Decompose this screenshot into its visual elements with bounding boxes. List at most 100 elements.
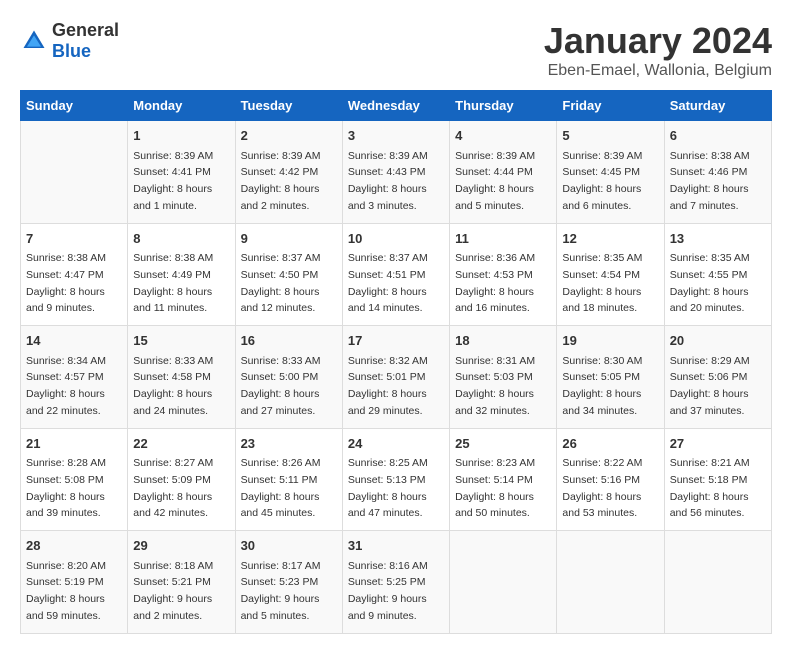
calendar-cell: 25 Sunrise: 8:23 AM Sunset: 5:14 PM Dayl… (450, 428, 557, 531)
day-header: Tuesday (235, 91, 342, 121)
sunrise-text: Sunrise: 8:34 AM (26, 355, 106, 367)
day-header: Sunday (21, 91, 128, 121)
daylight-text: Daylight: 8 hours and 47 minutes. (348, 491, 427, 520)
header-row: SundayMondayTuesdayWednesdayThursdayFrid… (21, 91, 772, 121)
sunset-text: Sunset: 5:01 PM (348, 371, 426, 383)
calendar-cell: 20 Sunrise: 8:29 AM Sunset: 5:06 PM Dayl… (664, 326, 771, 429)
calendar-cell: 16 Sunrise: 8:33 AM Sunset: 5:00 PM Dayl… (235, 326, 342, 429)
sunset-text: Sunset: 4:41 PM (133, 166, 211, 178)
daylight-text: Daylight: 8 hours and 29 minutes. (348, 388, 427, 417)
daylight-text: Daylight: 8 hours and 45 minutes. (241, 491, 320, 520)
sunset-text: Sunset: 5:11 PM (241, 474, 318, 486)
calendar-cell: 18 Sunrise: 8:31 AM Sunset: 5:03 PM Dayl… (450, 326, 557, 429)
day-number: 21 (26, 434, 122, 454)
sunset-text: Sunset: 4:44 PM (455, 166, 533, 178)
logo-icon (20, 27, 48, 55)
calendar-cell: 24 Sunrise: 8:25 AM Sunset: 5:13 PM Dayl… (342, 428, 449, 531)
sunset-text: Sunset: 5:09 PM (133, 474, 211, 486)
day-number: 24 (348, 434, 444, 454)
sunrise-text: Sunrise: 8:38 AM (26, 252, 106, 264)
day-number: 30 (241, 536, 337, 556)
daylight-text: Daylight: 9 hours and 2 minutes. (133, 593, 212, 622)
sunset-text: Sunset: 5:06 PM (670, 371, 748, 383)
day-number: 28 (26, 536, 122, 556)
calendar-cell: 21 Sunrise: 8:28 AM Sunset: 5:08 PM Dayl… (21, 428, 128, 531)
sunrise-text: Sunrise: 8:21 AM (670, 457, 750, 469)
logo-general: General (52, 20, 119, 40)
daylight-text: Daylight: 8 hours and 27 minutes. (241, 388, 320, 417)
daylight-text: Daylight: 8 hours and 24 minutes. (133, 388, 212, 417)
calendar-cell (664, 531, 771, 634)
day-number: 7 (26, 229, 122, 249)
daylight-text: Daylight: 8 hours and 3 minutes. (348, 183, 427, 212)
week-row: 28 Sunrise: 8:20 AM Sunset: 5:19 PM Dayl… (21, 531, 772, 634)
sunrise-text: Sunrise: 8:33 AM (241, 355, 321, 367)
day-number: 22 (133, 434, 229, 454)
sunrise-text: Sunrise: 8:38 AM (670, 150, 750, 162)
sunset-text: Sunset: 5:23 PM (241, 576, 319, 588)
logo-text: General Blue (52, 20, 119, 62)
daylight-text: Daylight: 8 hours and 42 minutes. (133, 491, 212, 520)
sunrise-text: Sunrise: 8:29 AM (670, 355, 750, 367)
sunrise-text: Sunrise: 8:30 AM (562, 355, 642, 367)
sunrise-text: Sunrise: 8:18 AM (133, 560, 213, 572)
sunrise-text: Sunrise: 8:35 AM (562, 252, 642, 264)
calendar-cell: 23 Sunrise: 8:26 AM Sunset: 5:11 PM Dayl… (235, 428, 342, 531)
sunset-text: Sunset: 4:50 PM (241, 269, 319, 281)
day-number: 11 (455, 229, 551, 249)
sunrise-text: Sunrise: 8:22 AM (562, 457, 642, 469)
day-number: 5 (562, 126, 658, 146)
calendar-cell: 9 Sunrise: 8:37 AM Sunset: 4:50 PM Dayli… (235, 223, 342, 326)
calendar-cell: 12 Sunrise: 8:35 AM Sunset: 4:54 PM Dayl… (557, 223, 664, 326)
sunset-text: Sunset: 5:05 PM (562, 371, 640, 383)
sunrise-text: Sunrise: 8:39 AM (348, 150, 428, 162)
sunset-text: Sunset: 5:13 PM (348, 474, 426, 486)
sunset-text: Sunset: 5:21 PM (133, 576, 211, 588)
daylight-text: Daylight: 8 hours and 37 minutes. (670, 388, 749, 417)
day-number: 13 (670, 229, 766, 249)
day-number: 10 (348, 229, 444, 249)
day-number: 19 (562, 331, 658, 351)
sunset-text: Sunset: 4:53 PM (455, 269, 533, 281)
daylight-text: Daylight: 8 hours and 12 minutes. (241, 286, 320, 315)
sunrise-text: Sunrise: 8:20 AM (26, 560, 106, 572)
daylight-text: Daylight: 8 hours and 22 minutes. (26, 388, 105, 417)
daylight-text: Daylight: 8 hours and 14 minutes. (348, 286, 427, 315)
calendar-cell: 29 Sunrise: 8:18 AM Sunset: 5:21 PM Dayl… (128, 531, 235, 634)
day-header: Friday (557, 91, 664, 121)
calendar-cell: 15 Sunrise: 8:33 AM Sunset: 4:58 PM Dayl… (128, 326, 235, 429)
daylight-text: Daylight: 8 hours and 7 minutes. (670, 183, 749, 212)
sunset-text: Sunset: 4:58 PM (133, 371, 211, 383)
sunrise-text: Sunrise: 8:39 AM (562, 150, 642, 162)
logo-blue: Blue (52, 41, 91, 61)
sunrise-text: Sunrise: 8:33 AM (133, 355, 213, 367)
sunset-text: Sunset: 4:51 PM (348, 269, 426, 281)
daylight-text: Daylight: 8 hours and 39 minutes. (26, 491, 105, 520)
calendar-cell: 28 Sunrise: 8:20 AM Sunset: 5:19 PM Dayl… (21, 531, 128, 634)
sunrise-text: Sunrise: 8:27 AM (133, 457, 213, 469)
daylight-text: Daylight: 8 hours and 16 minutes. (455, 286, 534, 315)
daylight-text: Daylight: 8 hours and 56 minutes. (670, 491, 749, 520)
daylight-text: Daylight: 9 hours and 9 minutes. (348, 593, 427, 622)
week-row: 21 Sunrise: 8:28 AM Sunset: 5:08 PM Dayl… (21, 428, 772, 531)
sunrise-text: Sunrise: 8:38 AM (133, 252, 213, 264)
calendar-cell: 11 Sunrise: 8:36 AM Sunset: 4:53 PM Dayl… (450, 223, 557, 326)
calendar-cell (450, 531, 557, 634)
calendar-cell: 17 Sunrise: 8:32 AM Sunset: 5:01 PM Dayl… (342, 326, 449, 429)
week-row: 14 Sunrise: 8:34 AM Sunset: 4:57 PM Dayl… (21, 326, 772, 429)
sunrise-text: Sunrise: 8:17 AM (241, 560, 321, 572)
sunset-text: Sunset: 4:57 PM (26, 371, 104, 383)
daylight-text: Daylight: 8 hours and 6 minutes. (562, 183, 641, 212)
sunrise-text: Sunrise: 8:39 AM (455, 150, 535, 162)
sunset-text: Sunset: 4:43 PM (348, 166, 426, 178)
calendar-cell: 26 Sunrise: 8:22 AM Sunset: 5:16 PM Dayl… (557, 428, 664, 531)
calendar-cell: 7 Sunrise: 8:38 AM Sunset: 4:47 PM Dayli… (21, 223, 128, 326)
daylight-text: Daylight: 8 hours and 2 minutes. (241, 183, 320, 212)
sunrise-text: Sunrise: 8:26 AM (241, 457, 321, 469)
daylight-text: Daylight: 8 hours and 11 minutes. (133, 286, 212, 315)
sunset-text: Sunset: 5:19 PM (26, 576, 104, 588)
day-number: 8 (133, 229, 229, 249)
sunrise-text: Sunrise: 8:37 AM (348, 252, 428, 264)
day-number: 26 (562, 434, 658, 454)
day-header: Wednesday (342, 91, 449, 121)
